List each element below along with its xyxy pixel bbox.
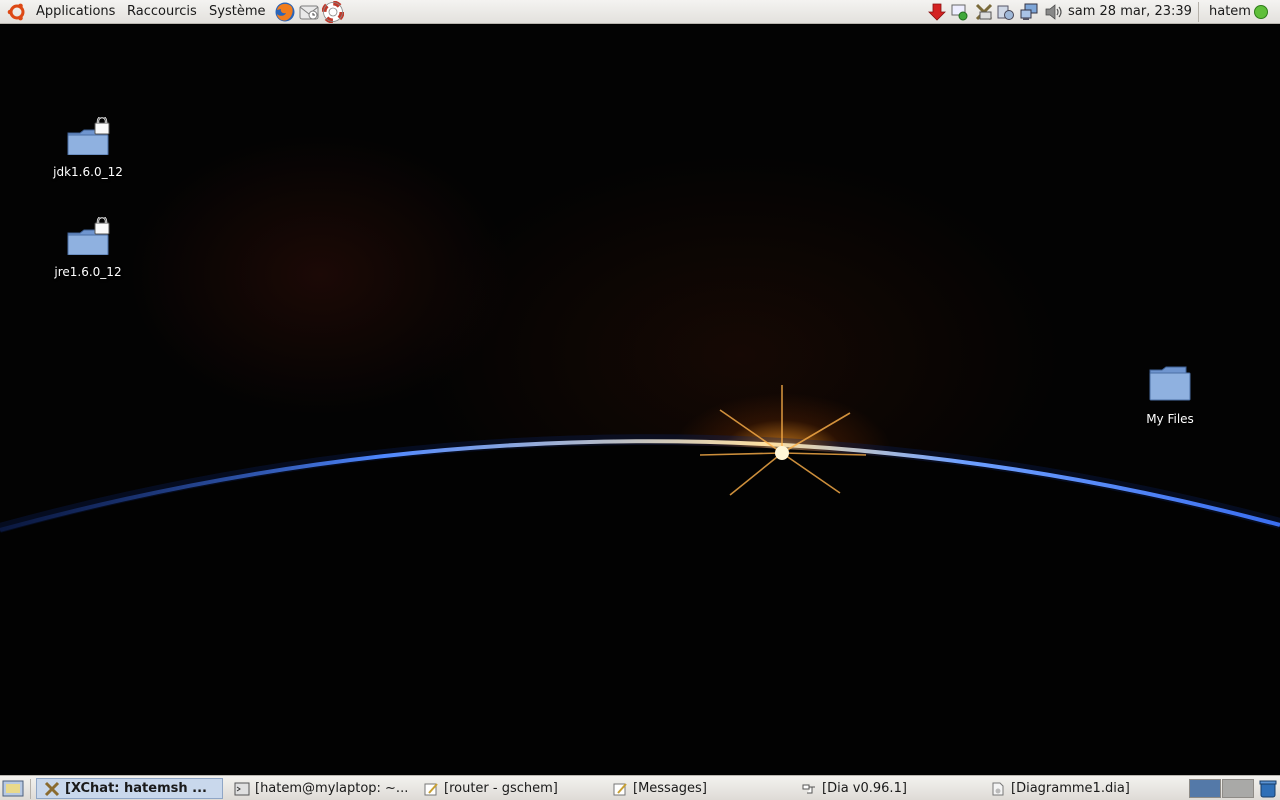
task-label: [XChat: hatemsh ... <box>65 781 207 796</box>
xchat-tray-icon[interactable] <box>975 3 993 21</box>
locked-folder-icon <box>67 115 110 156</box>
menu-raccourcis[interactable]: Raccourcis <box>127 0 197 24</box>
xchat-icon <box>44 781 60 797</box>
update-notifier-icon[interactable] <box>928 3 946 21</box>
terminal-icon <box>234 782 250 796</box>
editor-icon <box>424 783 438 796</box>
workspace-2[interactable] <box>1222 779 1254 798</box>
help-icon[interactable] <box>322 1 344 23</box>
mail-icon[interactable] <box>298 1 320 23</box>
task-label: [router - gschem] <box>444 781 558 796</box>
menu-applications[interactable]: Applications <box>36 0 115 24</box>
show-desktop-icon[interactable] <box>2 779 24 798</box>
desktop-icon-label: jre1.6.0_12 <box>54 265 122 279</box>
task-label: [Messages] <box>633 781 707 796</box>
editor-icon <box>613 783 627 796</box>
task-dia[interactable]: [Dia v0.96.1] <box>793 778 979 799</box>
folder-icon <box>1149 366 1191 401</box>
document-icon <box>992 782 1004 796</box>
desktop-icon-label: My Files <box>1146 412 1194 426</box>
clock[interactable]: sam 28 mar, 23:39 <box>1068 0 1192 23</box>
trash-icon[interactable] <box>1258 779 1278 798</box>
desktop: jdk1.6.0_12 jre1.6.0_12 My Files <box>0 25 1280 775</box>
bottom-panel: [XChat: hatemsh ... [hatem@mylaptop: ~..… <box>0 775 1280 800</box>
task-diagramme[interactable]: [Diagramme1.dia] <box>982 778 1168 799</box>
workspace-1[interactable] <box>1189 779 1221 798</box>
network-icon[interactable] <box>1020 3 1038 21</box>
dia-icon <box>802 784 815 794</box>
online-status-icon <box>1254 5 1268 19</box>
desktop-icon-my-files[interactable]: My Files <box>1125 364 1215 426</box>
firefox-icon[interactable] <box>274 1 296 23</box>
top-panel: Applications Raccourcis Système sam 28 m… <box>0 0 1280 24</box>
locked-folder-icon <box>67 215 110 256</box>
panel-separator <box>1198 2 1199 22</box>
desktop-icon-jre[interactable]: jre1.6.0_12 <box>43 215 133 279</box>
task-gschem[interactable]: [router - gschem] <box>415 778 601 799</box>
menu-systeme[interactable]: Système <box>209 0 265 24</box>
ubuntu-logo-icon[interactable] <box>6 1 28 23</box>
wallpaper-earth-horizon <box>0 385 1280 775</box>
task-label: [Dia v0.96.1] <box>822 781 907 796</box>
task-messages[interactable]: [Messages] <box>604 778 790 799</box>
task-label: [Diagramme1.dia] <box>1011 781 1130 796</box>
task-label: [hatem@mylaptop: ~... <box>255 781 409 796</box>
volume-icon[interactable] <box>1044 3 1062 21</box>
user-switcher[interactable]: hatem <box>1209 0 1251 23</box>
task-terminal[interactable]: [hatem@mylaptop: ~... <box>226 778 412 799</box>
desktop-icon-jdk[interactable]: jdk1.6.0_12 <box>43 115 133 179</box>
settings-tray-icon[interactable] <box>997 3 1015 21</box>
task-xchat[interactable]: [XChat: hatemsh ... <box>36 778 223 799</box>
desktop-icon-label: jdk1.6.0_12 <box>53 165 123 179</box>
chat-status-icon[interactable] <box>951 3 969 21</box>
taskbar-separator <box>30 779 31 799</box>
